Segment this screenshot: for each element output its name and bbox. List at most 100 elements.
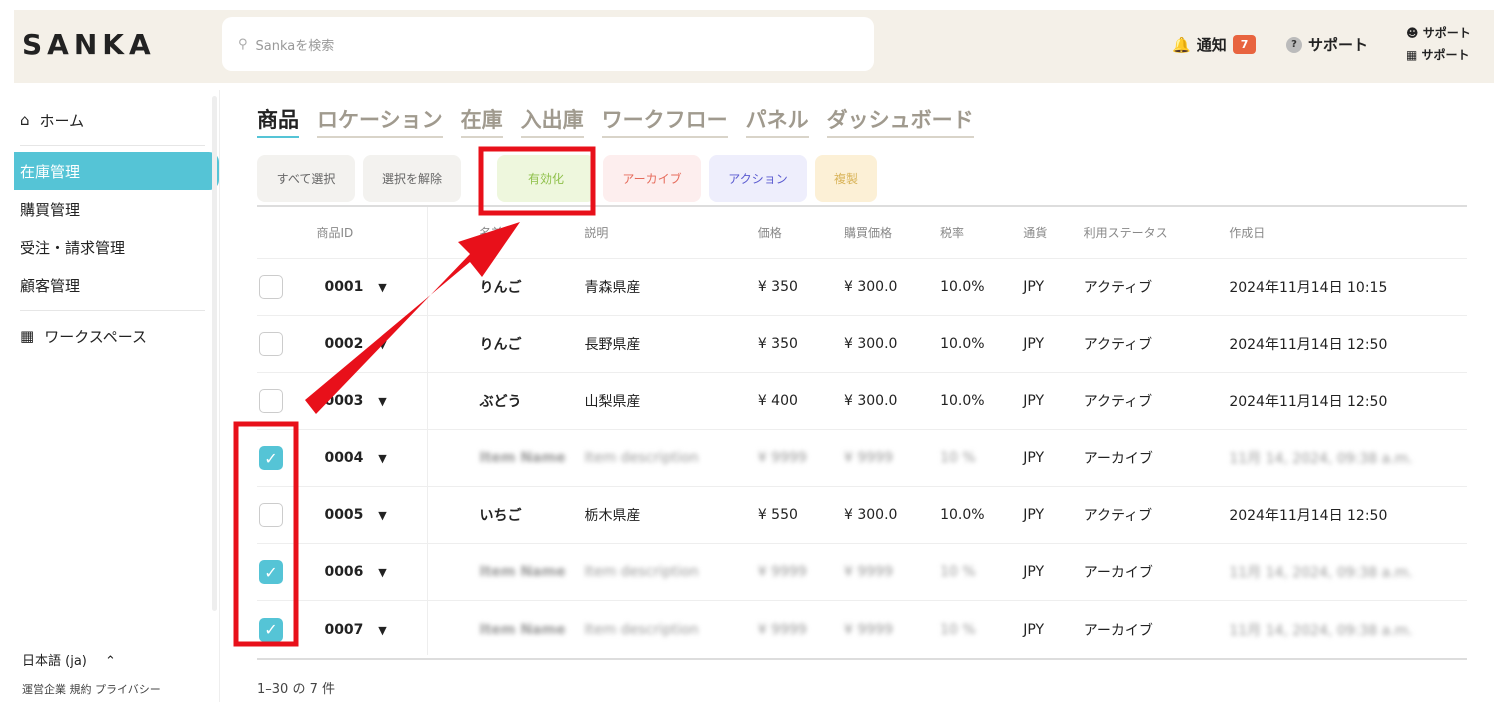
tab-dashboard[interactable]: ダッシュボード — [826, 104, 974, 138]
col-header[interactable]: 名前 — [425, 224, 584, 241]
price: ¥ 9999 — [757, 621, 807, 638]
language-label: 日本語 (ja) — [22, 654, 87, 669]
product-name: Item Name — [479, 450, 566, 466]
divider — [20, 310, 205, 311]
column-divider — [427, 207, 428, 655]
company-link[interactable]: 運営企業 — [22, 683, 66, 696]
search-input[interactable]: ⚲ Sankaを検索 — [222, 17, 874, 71]
product-id[interactable]: 0006 ▼ — [316, 564, 425, 580]
caret-down-icon[interactable]: ▼ — [378, 281, 386, 294]
product-id[interactable]: 0002 ▼ — [316, 336, 425, 352]
divider — [20, 145, 205, 146]
status: アクティブ — [1083, 337, 1153, 353]
terms-link[interactable]: 規約 — [70, 683, 92, 696]
caret-down-icon[interactable]: ▼ — [378, 452, 386, 465]
language-selector[interactable]: 日本語 (ja) ⌃ — [22, 650, 161, 669]
tab-panel[interactable]: パネル — [745, 104, 809, 138]
product-name: Item Name — [479, 621, 566, 638]
col-header[interactable]: 通貨 — [1023, 224, 1083, 241]
tab-workflow[interactable]: ワークフロー — [601, 104, 728, 138]
product-id[interactable]: 0005 ▼ — [316, 507, 425, 523]
product-id-text: 0001 — [324, 279, 364, 295]
col-header[interactable]: 利用ステータス — [1084, 224, 1230, 241]
notifications-label: 通知 — [1196, 36, 1227, 54]
row-checkbox[interactable]: ✓ — [259, 617, 283, 642]
caret-down-icon[interactable]: ▼ — [378, 395, 386, 408]
product-id[interactable]: 0007 ▼ — [316, 622, 425, 638]
product-description: Item description — [584, 564, 699, 580]
product-name: りんご — [479, 280, 522, 296]
table-row[interactable]: ✓ 0004 ▼ Item Name Item description ¥ 99… — [257, 430, 1467, 487]
sidebar-item-workspace[interactable]: ▦ ワークスペース — [14, 317, 219, 355]
support-button[interactable]: ? サポート — [1286, 34, 1368, 55]
table-row[interactable]: ✓ 0007 ▼ Item Name Item description ¥ 99… — [257, 601, 1467, 658]
table-row[interactable]: ✓ 0006 ▼ Item Name Item description ¥ 99… — [257, 544, 1467, 601]
sidebar-item-label: ワークスペース — [44, 327, 147, 346]
col-header[interactable]: 作成日 — [1229, 224, 1467, 241]
purchase-price: ¥ 300.0 — [844, 336, 898, 352]
notifications-button[interactable]: 🔔 通知 7 — [1172, 34, 1257, 55]
price: ¥ 550 — [757, 507, 798, 523]
sidebar-item-label: 購買管理 — [20, 200, 81, 219]
caret-down-icon[interactable]: ▼ — [378, 509, 386, 522]
logo[interactable]: SANKA — [22, 28, 156, 61]
tab-stock[interactable]: 在庫 — [460, 104, 503, 138]
sidebar-scrollbar[interactable] — [212, 96, 217, 611]
table-row[interactable]: 0002 ▼ りんご 長野県産 ¥ 350 ¥ 300.0 10.0% JPY … — [257, 316, 1467, 373]
table-row[interactable]: 0005 ▼ いちご 栃木県産 ¥ 550 ¥ 300.0 10.0% JPY … — [257, 487, 1467, 544]
bulk-actions: すべて選択 選択を解除 有効化 アーカイブ アクション 複製 — [257, 155, 877, 202]
action-button[interactable]: 選択を解除 — [363, 155, 461, 202]
row-checkbox[interactable]: ✓ — [259, 560, 283, 584]
sidebar-item-home[interactable]: ⌂ ホーム — [14, 101, 219, 139]
purchase-price: ¥ 300.0 — [844, 507, 898, 523]
user-menu[interactable]: ☻ サポート ▦ サポート — [1406, 22, 1471, 66]
tab-products[interactable]: 商品 — [257, 104, 299, 138]
product-id[interactable]: 0001 ▼ — [316, 279, 425, 295]
sidebar-item-customers[interactable]: 顧客管理 — [14, 266, 219, 304]
tab-locations[interactable]: ロケーション — [317, 104, 443, 138]
action-button[interactable]: アーカイブ — [603, 155, 701, 202]
row-checkbox[interactable]: ✓ — [259, 446, 283, 470]
created-date: 2024年11月14日 10:15 — [1229, 280, 1388, 296]
support-label: サポート — [1308, 36, 1369, 54]
table-row[interactable]: 0003 ▼ ぶどう 山梨県産 ¥ 400 ¥ 300.0 10.0% JPY … — [257, 373, 1467, 430]
product-id[interactable]: 0003 ▼ — [316, 393, 425, 409]
status: アーカイブ — [1083, 451, 1153, 467]
user-line2: サポート — [1421, 48, 1470, 62]
purchase-price: ¥ 300.0 — [844, 393, 898, 409]
row-checkbox[interactable] — [259, 332, 283, 356]
col-header[interactable]: 商品ID — [316, 224, 425, 241]
caret-down-icon[interactable]: ▼ — [378, 566, 386, 579]
action-button[interactable]: アクション — [709, 155, 807, 202]
bell-icon: 🔔 — [1172, 35, 1191, 54]
caret-down-icon[interactable]: ▼ — [378, 338, 386, 351]
sidebar-item-inventory[interactable]: 在庫管理 — [14, 152, 219, 190]
col-header[interactable]: 税率 — [940, 224, 1023, 241]
row-checkbox[interactable] — [259, 275, 283, 299]
tab-transactions[interactable]: 入出庫 — [520, 104, 584, 138]
product-id-text: 0004 — [324, 450, 364, 466]
product-description: 長野県産 — [584, 337, 641, 353]
row-checkbox[interactable] — [259, 503, 283, 527]
col-header[interactable]: 購買価格 — [844, 224, 940, 241]
search-icon: ⚲ — [238, 36, 248, 52]
sidebar-item-purchasing[interactable]: 購買管理 — [14, 190, 219, 228]
sidebar-item-orders[interactable]: 受注・請求管理 — [14, 228, 219, 266]
action-button[interactable]: すべて選択 — [257, 155, 355, 202]
col-header[interactable]: 価格 — [758, 224, 844, 241]
privacy-link[interactable]: プライバシー — [95, 683, 161, 696]
tab-bar: 商品 ロケーション 在庫 入出庫 ワークフロー パネル ダッシュボード — [257, 104, 974, 138]
row-checkbox[interactable] — [259, 389, 283, 413]
table-header: 商品ID 名前 説明 価格 購買価格 税率 通貨 利用ステータス 作成日 — [257, 207, 1467, 259]
action-button[interactable]: 有効化 — [497, 155, 595, 202]
col-header[interactable]: 説明 — [584, 224, 757, 241]
product-id[interactable]: 0004 ▼ — [316, 450, 425, 466]
price: ¥ 9999 — [757, 564, 807, 580]
caret-down-icon[interactable]: ▼ — [378, 624, 386, 637]
created-date: 2024年11月14日 12:50 — [1229, 337, 1388, 353]
tax-rate: 10.0% — [940, 507, 985, 523]
created-date: 2024年11月14日 12:50 — [1229, 508, 1388, 524]
table-row[interactable]: 0001 ▼ りんご 青森県産 ¥ 350 ¥ 300.0 10.0% JPY … — [257, 259, 1467, 316]
action-button[interactable]: 複製 — [815, 155, 877, 202]
product-description: 栃木県産 — [584, 508, 641, 524]
